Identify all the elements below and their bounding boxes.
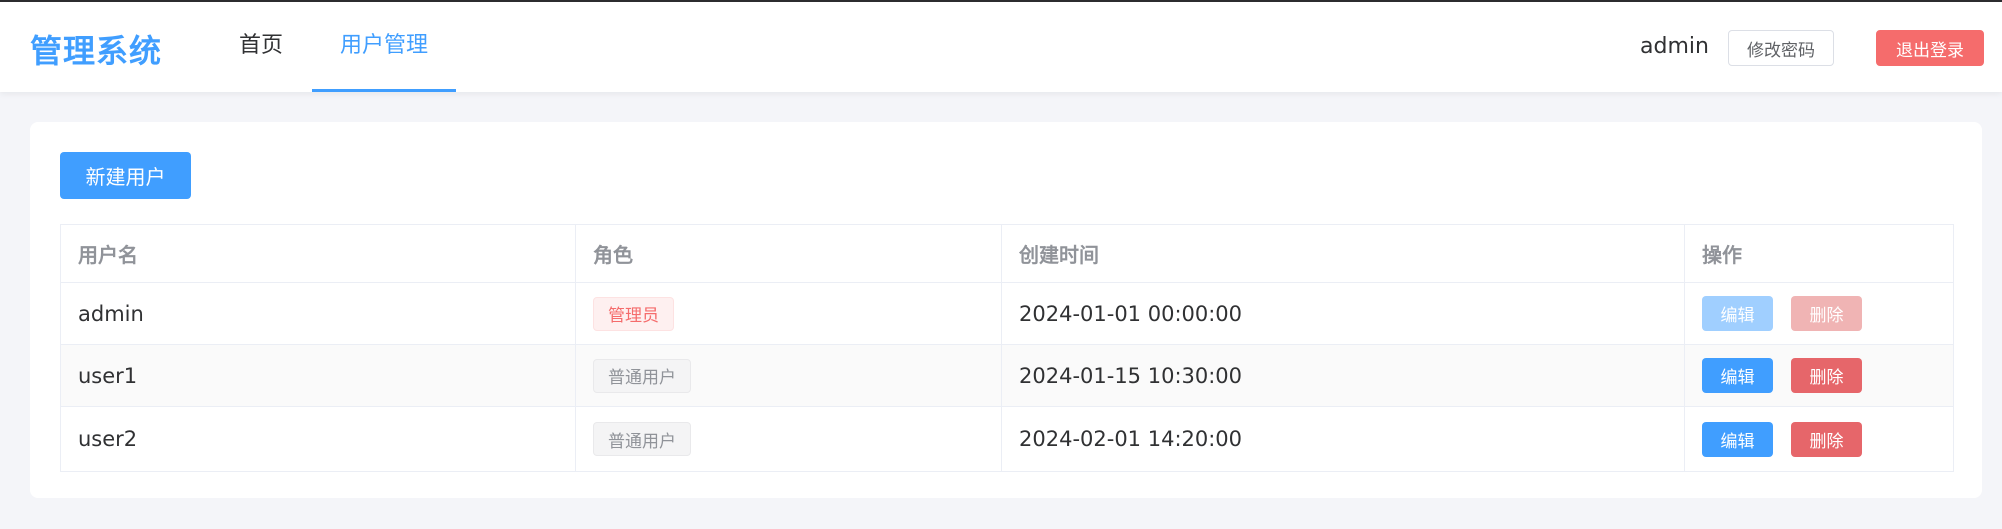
cell-role: 普通用户	[576, 407, 1002, 471]
delete-button-disabled: 删除	[1791, 296, 1862, 331]
cell-username: user1	[61, 345, 576, 406]
role-tag-normal: 普通用户	[593, 422, 691, 456]
cell-created-time: 2024-01-15 10:30:00	[1002, 345, 1685, 406]
column-header-role: 角色	[576, 225, 1002, 282]
cell-username: user2	[61, 407, 576, 471]
cell-created-time: 2024-01-01 00:00:00	[1002, 283, 1685, 344]
delete-button[interactable]: 删除	[1791, 421, 1862, 457]
table-row: admin 管理员 2024-01-01 00:00:00 编辑 删除	[61, 283, 1953, 345]
edit-button[interactable]: 编辑	[1702, 421, 1773, 457]
current-username: admin	[1640, 34, 1709, 59]
role-tag-normal: 普通用户	[593, 358, 691, 393]
top-header: 管理系统 首页 用户管理 admin 修改密码 退出登录	[0, 2, 2002, 92]
users-table: 用户名 角色 创建时间 操作 admin 管理员 2024-01-01 00:0…	[60, 224, 1954, 472]
cell-role: 普通用户	[576, 345, 1002, 406]
column-header-created-time: 创建时间	[1002, 225, 1685, 282]
cell-actions: 编辑 删除	[1685, 345, 1953, 406]
user-management-card: 新建用户 用户名 角色 创建时间 操作 admin 管理员 2024-01-01…	[30, 122, 1982, 498]
app-logo: 管理系统	[30, 32, 163, 70]
cell-actions: 编辑 删除	[1685, 407, 1953, 471]
nav-item-home[interactable]: 首页	[224, 2, 298, 92]
cell-role: 管理员	[576, 283, 1002, 344]
column-header-actions: 操作	[1702, 243, 1742, 267]
role-tag-admin: 管理员	[593, 296, 674, 331]
table-row: user1 普通用户 2024-01-15 10:30:00 编辑 删除	[61, 345, 1953, 407]
table-row: user2 普通用户 2024-02-01 14:20:00 编辑 删除	[61, 407, 1953, 471]
column-header-username: 用户名	[61, 225, 576, 282]
edit-button[interactable]: 编辑	[1702, 358, 1773, 393]
logout-button[interactable]: 退出登录	[1876, 30, 1984, 66]
change-password-button[interactable]: 修改密码	[1728, 30, 1834, 66]
edit-button-disabled: 编辑	[1702, 296, 1773, 331]
cell-username: admin	[61, 283, 576, 344]
cell-created-time: 2024-02-01 14:20:00	[1002, 407, 1685, 471]
delete-button[interactable]: 删除	[1791, 358, 1862, 393]
cell-actions: 编辑 删除	[1685, 283, 1953, 344]
new-user-button[interactable]: 新建用户	[60, 152, 191, 199]
nav-item-user-management[interactable]: 用户管理	[312, 2, 456, 92]
table-header-row: 用户名 角色 创建时间 操作	[61, 225, 1953, 283]
